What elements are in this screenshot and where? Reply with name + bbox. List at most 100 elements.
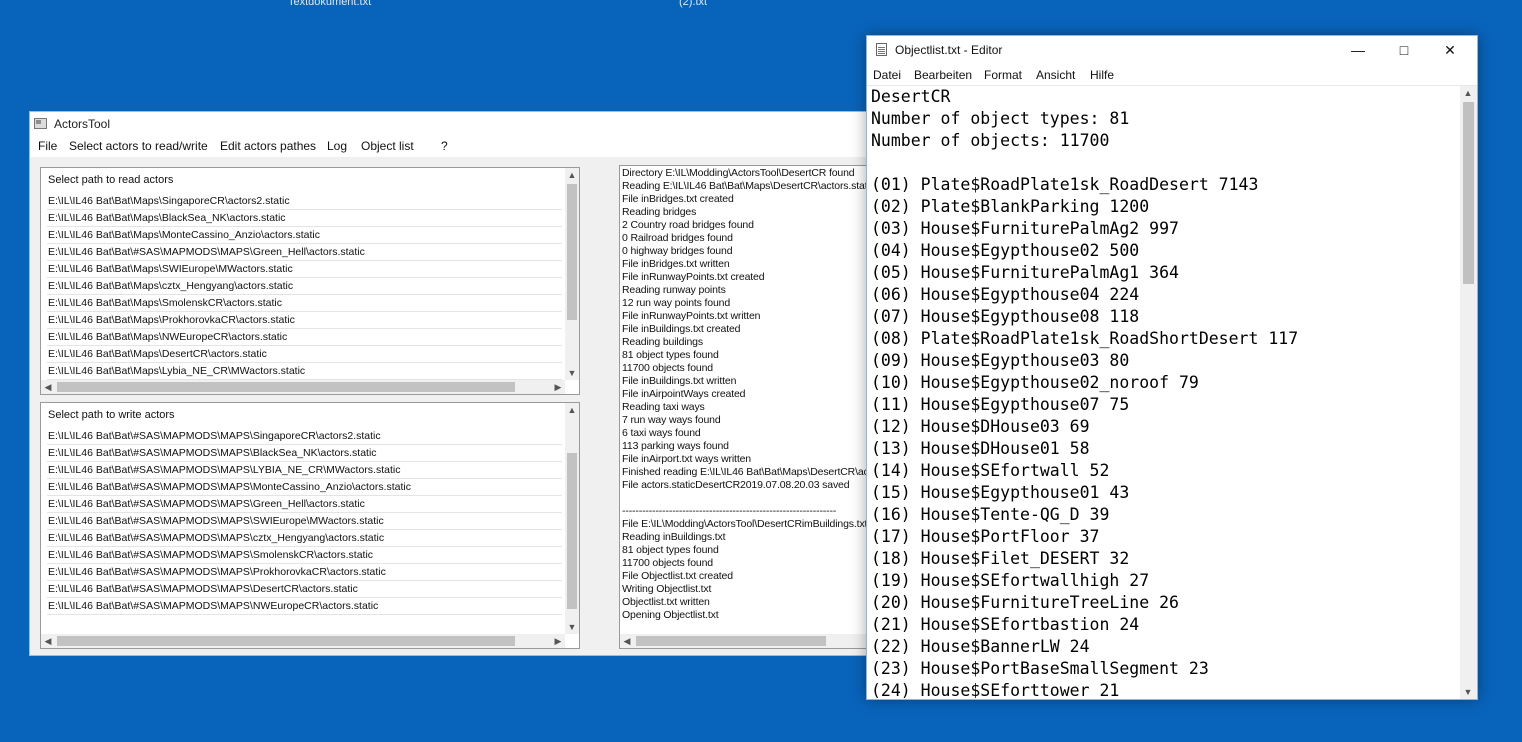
write-paths-list[interactable]: Select path to write actors E:\IL\IL46 B… xyxy=(40,402,580,649)
notepad-icon xyxy=(876,43,887,56)
scroll-up-icon[interactable]: ▲ xyxy=(565,168,579,182)
close-icon[interactable]: ✕ xyxy=(1427,36,1473,65)
scroll-down-icon[interactable]: ▼ xyxy=(565,366,579,380)
text-line: (03) House$FurniturePalmAg2 997 xyxy=(871,219,1179,238)
log-line: 0 highway bridges found xyxy=(622,245,733,257)
scroll-thumb[interactable] xyxy=(636,636,826,646)
write-vertical-scrollbar[interactable]: ▲ ▼ xyxy=(565,403,579,634)
text-line: (15) House$Egypthouse01 43 xyxy=(871,483,1130,502)
maximize-icon[interactable]: □ xyxy=(1381,36,1427,65)
list-item[interactable]: E:\IL\IL46 Bat\Bat\Maps\SWIEurope\MWacto… xyxy=(47,261,562,278)
text-line: (06) House$Egypthouse04 224 xyxy=(871,285,1140,304)
editor-vertical-scrollbar[interactable]: ▲ ▼ xyxy=(1460,86,1477,699)
list-item[interactable]: E:\IL\IL46 Bat\Bat\Maps\DesertCR\actors.… xyxy=(47,346,562,363)
list-item[interactable]: E:\IL\IL46 Bat\Bat\Maps\SingaporeCR\acto… xyxy=(47,193,562,210)
menu-help[interactable]: ? xyxy=(441,139,448,153)
list-item[interactable]: E:\IL\IL46 Bat\Bat\Maps\cztx_Hengyang\ac… xyxy=(47,278,562,295)
scroll-thumb[interactable] xyxy=(1463,102,1474,284)
scroll-left-icon[interactable]: ◀ xyxy=(41,634,55,648)
menu-hilfe[interactable]: Hilfe xyxy=(1090,68,1114,82)
menu-file[interactable]: File xyxy=(38,139,57,153)
list-item[interactable]: E:\IL\IL46 Bat\Bat\#SAS\MAPMODS\MAPS\Gre… xyxy=(47,244,562,261)
write-rows: E:\IL\IL46 Bat\Bat\#SAS\MAPMODS\MAPS\Sin… xyxy=(47,428,562,615)
actorstool-titlebar[interactable]: ActorsTool xyxy=(30,112,868,137)
list-item[interactable]: E:\IL\IL46 Bat\Bat\#SAS\MAPMODS\MAPS\Sin… xyxy=(47,428,562,445)
list-item[interactable]: E:\IL\IL46 Bat\Bat\Maps\MonteCassino_Anz… xyxy=(47,227,562,244)
text-line: (04) House$Egypthouse02 500 xyxy=(871,241,1140,260)
list-item[interactable]: E:\IL\IL46 Bat\Bat\#SAS\MAPMODS\MAPS\Des… xyxy=(47,581,562,598)
list-item[interactable]: E:\IL\IL46 Bat\Bat\Maps\SmolenskCR\actor… xyxy=(47,295,562,312)
menu-ansicht[interactable]: Ansicht xyxy=(1036,68,1075,82)
text-line: (21) House$SEfortbastion 24 xyxy=(871,615,1140,634)
read-paths-list[interactable]: Select path to read actors E:\IL\IL46 Ba… xyxy=(40,167,580,395)
log-horizontal-scrollbar[interactable]: ◀ xyxy=(620,634,878,648)
menu-bar: Datei Bearbeiten Format Ansicht Hilfe xyxy=(867,65,1477,86)
list-item[interactable]: E:\IL\IL46 Bat\Bat\Maps\Lybia_NE_CR\MWac… xyxy=(47,363,562,380)
text-line: (20) House$FurnitureTreeLine 26 xyxy=(871,593,1179,612)
text-line: (11) House$Egypthouse07 75 xyxy=(871,395,1130,414)
log-line: Reading inBuildings.txt xyxy=(622,531,726,543)
text-line: (05) House$FurniturePalmAg1 364 xyxy=(871,263,1179,282)
list-item[interactable]: E:\IL\IL46 Bat\Bat\Maps\NWEuropeCR\actor… xyxy=(47,329,562,346)
write-horizontal-scrollbar[interactable]: ◀ ▶ xyxy=(41,634,565,648)
menu-edit-actors-pathes[interactable]: Edit actors pathes xyxy=(220,139,316,153)
text-line: (18) House$Filet_DESERT 32 xyxy=(871,549,1130,568)
menu-bearbeiten[interactable]: Bearbeiten xyxy=(914,68,972,82)
log-line: 113 parking ways found xyxy=(622,440,729,452)
log-line: File inBridges.txt created xyxy=(622,193,734,205)
text-line: (12) House$DHouse03 69 xyxy=(871,417,1090,436)
scroll-thumb[interactable] xyxy=(57,382,515,392)
menu-datei[interactable]: Datei xyxy=(873,68,901,82)
scroll-right-icon[interactable]: ▶ xyxy=(551,380,565,394)
log-line: Reading runway points xyxy=(622,284,726,296)
log-line: 0 Railroad bridges found xyxy=(622,232,733,244)
desktop-icon-label[interactable]: (2).txt xyxy=(679,0,707,8)
list-item[interactable]: E:\IL\IL46 Bat\Bat\#SAS\MAPMODS\MAPS\Pro… xyxy=(47,564,562,581)
desktop-icon-label[interactable]: Textdokument.txt xyxy=(288,0,371,8)
log-line: ----------------------------------------… xyxy=(622,505,837,517)
text-area[interactable]: DesertCR Number of object types: 81 Number… xyxy=(871,86,1461,698)
menu-log[interactable]: Log xyxy=(327,139,347,153)
list-item[interactable]: E:\IL\IL46 Bat\Bat\#SAS\MAPMODS\MAPS\Mon… xyxy=(47,479,562,496)
read-vertical-scrollbar[interactable]: ▲ ▼ xyxy=(565,168,579,380)
text-line: (23) House$PortBaseSmallSegment 23 xyxy=(871,659,1209,678)
scroll-thumb[interactable] xyxy=(567,453,577,609)
log-line: 81 object types found xyxy=(622,349,719,361)
list-item[interactable]: E:\IL\IL46 Bat\Bat\#SAS\MAPMODS\MAPS\Smo… xyxy=(47,547,562,564)
read-pane-header: Select path to read actors xyxy=(48,174,174,186)
read-horizontal-scrollbar[interactable]: ◀ ▶ xyxy=(41,380,565,394)
minimize-icon[interactable]: — xyxy=(1335,36,1381,65)
menu-format[interactable]: Format xyxy=(984,68,1022,82)
editor-titlebar[interactable]: Objectlist.txt - Editor — □ ✕ xyxy=(867,36,1477,65)
log-line: File inAirpointWays created xyxy=(622,388,746,400)
log-output[interactable]: Directory E:\IL\Modding\ActorsTool\Deser… xyxy=(619,165,879,649)
list-item[interactable]: E:\IL\IL46 Bat\Bat\#SAS\MAPMODS\MAPS\SWI… xyxy=(47,513,562,530)
scroll-down-icon[interactable]: ▼ xyxy=(565,620,579,634)
list-item[interactable]: E:\IL\IL46 Bat\Bat\#SAS\MAPMODS\MAPS\Bla… xyxy=(47,445,562,462)
list-item[interactable]: E:\IL\IL46 Bat\Bat\#SAS\MAPMODS\MAPS\czt… xyxy=(47,530,562,547)
text-line: (10) House$Egypthouse02_noroof 79 xyxy=(871,373,1199,392)
scroll-thumb[interactable] xyxy=(567,184,577,320)
text-line: (16) House$Tente-QG_D 39 xyxy=(871,505,1110,524)
scroll-up-icon[interactable]: ▲ xyxy=(565,403,579,417)
menu-object-list[interactable]: Object list xyxy=(361,139,414,153)
log-line: File inBuildings.txt created xyxy=(622,323,741,335)
scroll-left-icon[interactable]: ◀ xyxy=(620,634,634,648)
scroll-right-icon[interactable]: ▶ xyxy=(551,634,565,648)
log-line: Reading bridges xyxy=(622,206,697,218)
list-item[interactable]: E:\IL\IL46 Bat\Bat\#SAS\MAPMODS\MAPS\NWE… xyxy=(47,598,562,615)
text-line: (08) Plate$RoadPlate1sk_RoadShortDesert … xyxy=(871,329,1299,348)
scroll-left-icon[interactable]: ◀ xyxy=(41,380,55,394)
window-title: Objectlist.txt - Editor xyxy=(895,43,1003,57)
log-line: Reading E:\IL\IL46 Bat\Bat\Maps\DesertCR… xyxy=(622,180,875,192)
scroll-down-icon[interactable]: ▼ xyxy=(1461,685,1475,699)
scroll-thumb[interactable] xyxy=(57,636,515,646)
list-item[interactable]: E:\IL\IL46 Bat\Bat\#SAS\MAPMODS\MAPS\LYB… xyxy=(47,462,562,479)
list-item[interactable]: E:\IL\IL46 Bat\Bat\Maps\ProkhorovkaCR\ac… xyxy=(47,312,562,329)
log-line: Reading buildings xyxy=(622,336,703,348)
list-item[interactable]: E:\IL\IL46 Bat\Bat\#SAS\MAPMODS\MAPS\Gre… xyxy=(47,496,562,513)
list-item[interactable]: E:\IL\IL46 Bat\Bat\Maps\BlackSea_NK\acto… xyxy=(47,210,562,227)
menu-select-actors[interactable]: Select actors to read/write xyxy=(69,139,208,153)
scroll-up-icon[interactable]: ▲ xyxy=(1461,86,1475,100)
